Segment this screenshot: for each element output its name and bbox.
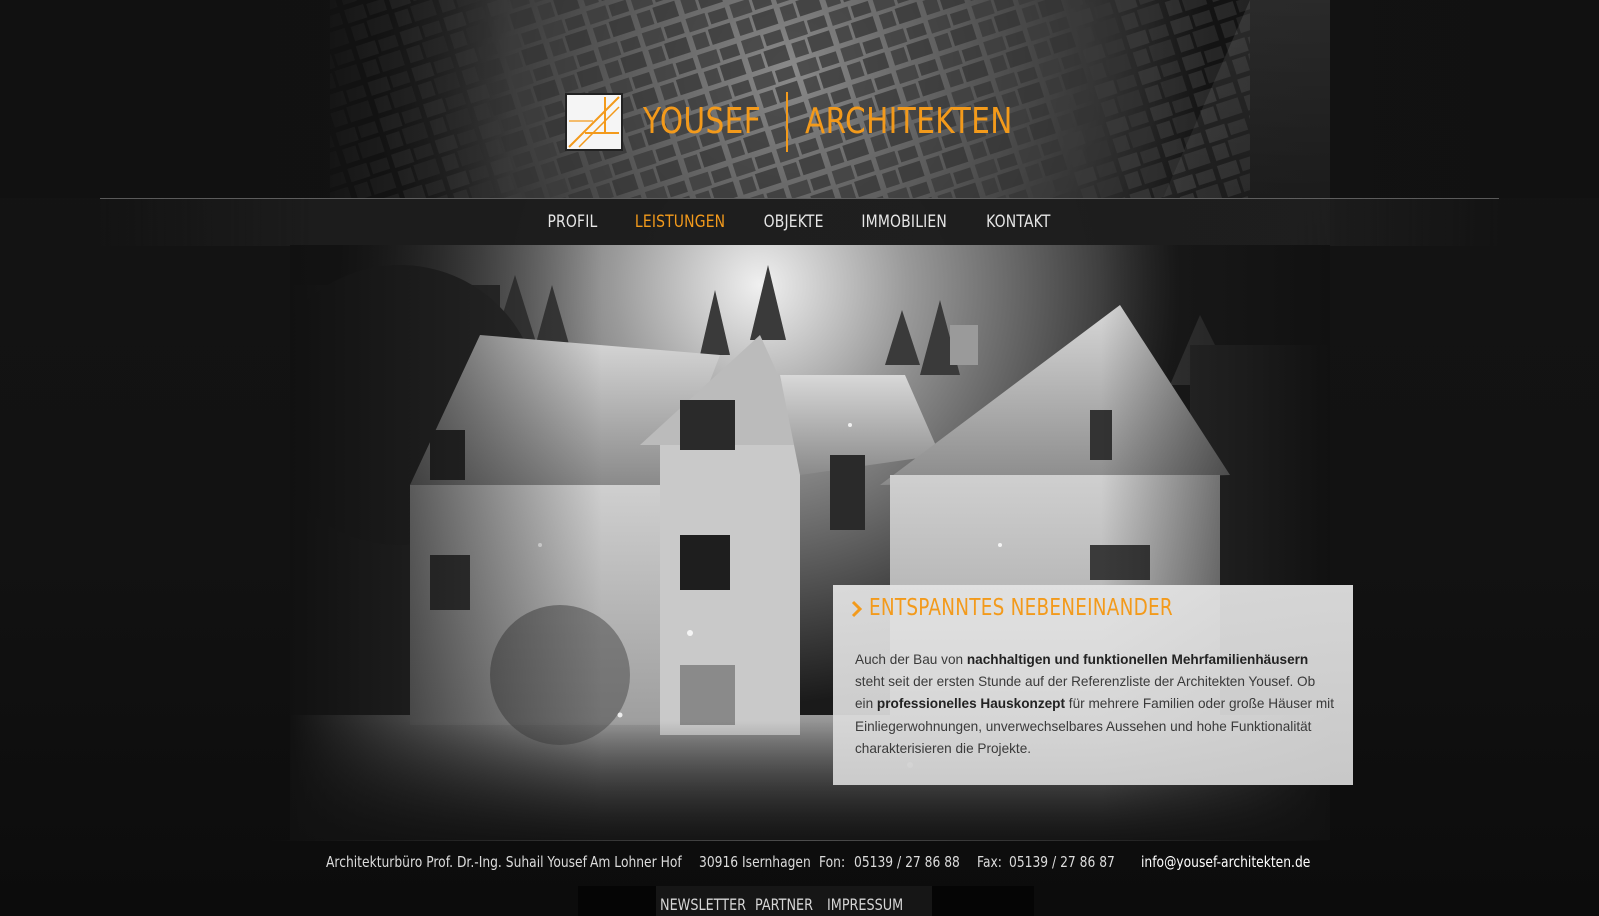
panel-title: ENTSPANNTES NEBENEINANDER [869, 595, 1173, 621]
footer-fax: 05139 / 27 86 87 [1009, 853, 1115, 871]
footer-phone: 05139 / 27 86 88 [854, 853, 960, 871]
footer-fax-label: Fax: [977, 853, 1002, 871]
panel-text: Auch der Bau von nachhaltigen und funkti… [855, 652, 1334, 756]
footer-link-impressum[interactable]: IMPRESSUM [827, 895, 903, 914]
header-map-background [0, 0, 1599, 198]
footer-nav: NEWSLETTER PARTNER IMPRESSUM [660, 895, 912, 914]
nav-item-profil[interactable]: PROFIL [547, 212, 597, 232]
brand-name-right: ARCHITEKTEN [805, 101, 1013, 142]
footer-phone-label: Fon: [819, 853, 846, 871]
footer-street: Am Lohner Hof [590, 853, 682, 871]
info-panel: ENTSPANNTES NEBENEINANDER Auch der Bau v… [833, 585, 1353, 785]
nav-item-kontakt[interactable]: KONTAKT [986, 212, 1050, 232]
page-background: YOUSEF ARCHITEKTEN PROFIL LEISTUNGEN OBJ… [0, 0, 1599, 916]
nav-item-objekte[interactable]: OBJEKTE [764, 212, 824, 232]
footer-company: Architekturbüro Prof. Dr.-Ing. Suhail Yo… [326, 853, 587, 871]
brand-divider [786, 92, 788, 152]
footer-email-link[interactable]: info@yousef-architekten.de [1141, 853, 1310, 871]
footer-link-partner[interactable]: PARTNER [755, 895, 817, 914]
chevron-right-icon [851, 600, 863, 618]
nav-item-leistungen[interactable]: LEISTUNGEN [635, 212, 725, 232]
nav-item-immobilien[interactable]: IMMOBILIEN [862, 212, 948, 232]
main-nav: PROFIL LEISTUNGEN OBJEKTE IMMOBILIEN KON… [0, 212, 1599, 232]
architect-square-logo[interactable] [565, 93, 623, 151]
footer-divider [270, 840, 1330, 841]
footer-link-newsletter[interactable]: NEWSLETTER [660, 895, 746, 914]
brand-name-left: YOUSEF [643, 101, 762, 142]
footer-city: 30916 Isernhagen [699, 853, 811, 871]
